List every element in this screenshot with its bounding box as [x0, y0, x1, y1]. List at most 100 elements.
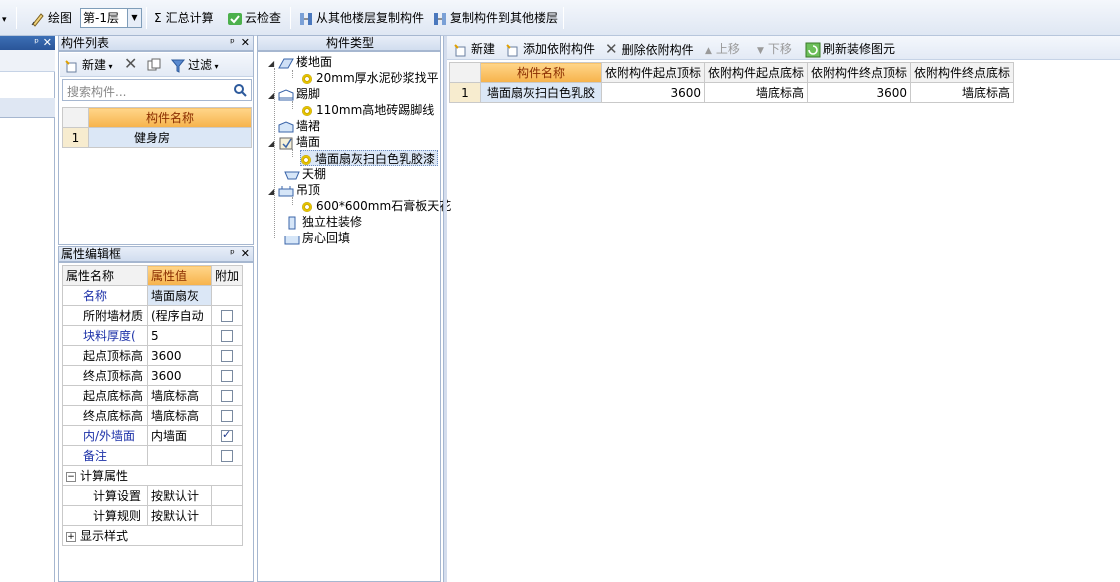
column-header-start-bottom[interactable]: 依附构件起点底标: [704, 62, 809, 83]
property-row[interactable]: 块料厚度(5: [62, 325, 243, 346]
tree-item-skirting[interactable]: ◢ 踢脚: [268, 86, 320, 102]
tree-item-suspended-ceiling[interactable]: ◢ 吊顶: [268, 182, 320, 198]
tree-expand-icon[interactable]: ◢: [268, 184, 278, 200]
attach-checkbox[interactable]: [221, 330, 233, 342]
refresh-decoration-button[interactable]: 刷新装修图元: [805, 39, 895, 59]
property-value[interactable]: 内墙面: [147, 425, 212, 446]
floor-select[interactable]: 第-1层 ▼: [80, 8, 142, 28]
property-value[interactable]: 墙底标高: [147, 385, 212, 406]
attach-checkbox[interactable]: [221, 428, 233, 442]
tree-expand-icon[interactable]: ◢: [268, 88, 278, 104]
property-value[interactable]: 按默认计: [147, 505, 212, 526]
property-row[interactable]: 内/外墙面 内墙面: [62, 425, 243, 446]
property-row[interactable]: 计算规则 按默认计: [62, 505, 243, 526]
component-name-cell[interactable]: 健身房: [88, 127, 252, 148]
pin-icon[interactable]: ᵖ: [230, 247, 235, 260]
property-row[interactable]: 所附墙材质 (程序自动: [62, 305, 243, 326]
attach-checkbox[interactable]: [221, 390, 233, 402]
tree-item-child[interactable]: 110mm高地砖踢脚线: [302, 102, 434, 118]
move-up-label: 上移: [715, 42, 740, 56]
group-row-display[interactable]: + 显示样式: [62, 525, 243, 546]
expand-icon[interactable]: +: [66, 531, 76, 542]
tree-expand-icon[interactable]: ◢: [268, 136, 278, 152]
property-row[interactable]: 备注: [62, 445, 243, 466]
add-attached-button[interactable]: 添加依附构件: [505, 39, 595, 59]
attach-checkbox[interactable]: [221, 450, 233, 462]
column-header-name[interactable]: 构件名称: [88, 107, 252, 128]
table-row[interactable]: 1 墙面扇灰扫白色乳胶 3600 墙底标高 3600 墙底标高: [449, 82, 1015, 103]
property-table: 属性名称 属性值 附加 名称 墙面扇灰 所附墙材质 (程序自动 块料厚度(5 起点顶标高 3…: [62, 265, 243, 546]
delete-icon[interactable]: ✕: [124, 54, 137, 74]
property-value[interactable]: 墙底标高: [147, 405, 212, 426]
copy-to-floor-button[interactable]: 复制构件到其他楼层: [432, 8, 558, 28]
property-value[interactable]: 3600: [147, 365, 212, 386]
property-value[interactable]: 3600: [147, 345, 212, 366]
tree-label: 墙裙: [296, 119, 321, 133]
column-header-end-top[interactable]: 依附构件终点顶标: [807, 62, 912, 83]
property-row[interactable]: 终点底标高 墙底标高: [62, 405, 243, 426]
close-icon[interactable]: ✕: [241, 36, 250, 49]
start-bottom-cell[interactable]: 墙底标高: [704, 82, 809, 103]
attached-toolbar: 新建 添加依附构件 ✕ 删除依附构件 ▲ 上移 ▼ 下移 刷新装修图元: [447, 36, 1120, 60]
attach-checkbox[interactable]: [221, 370, 233, 382]
pin-icon[interactable]: ᵖ: [34, 36, 39, 49]
column-header-start-top[interactable]: 依附构件起点顶标: [600, 62, 706, 83]
property-row[interactable]: 起点底标高 墙底标高: [62, 385, 243, 406]
tree-item-child-selected[interactable]: 墙面扇灰扫白色乳胶漆: [300, 150, 439, 166]
search-input[interactable]: 搜索构件...: [62, 79, 252, 101]
start-top-cell[interactable]: 3600: [600, 82, 706, 103]
property-value[interactable]: [147, 445, 212, 466]
tree-item-column-finish[interactable]: 独立柱装修: [284, 214, 362, 230]
header-attach: 附加: [211, 265, 243, 286]
property-value[interactable]: 墙面扇灰: [147, 285, 212, 306]
delete-attached-button[interactable]: ✕ 删除依附构件: [605, 39, 694, 59]
copy-icon[interactable]: [147, 58, 161, 72]
table-row[interactable]: 1 健身房: [62, 127, 252, 148]
property-row[interactable]: 终点顶标高 3600: [62, 365, 243, 386]
copy-from-floor-button[interactable]: 从其他楼层复制构件: [298, 8, 424, 28]
end-bottom-cell[interactable]: 墙底标高: [910, 82, 1015, 103]
tree-item-backfill[interactable]: 房心回填: [284, 230, 350, 246]
draw-button[interactable]: 绘图: [30, 8, 72, 28]
property-value[interactable]: 5: [147, 325, 212, 346]
tree-item-floor[interactable]: ◢ 楼地面: [268, 54, 332, 70]
attached-new-button[interactable]: 新建: [453, 39, 495, 59]
tree-item-wall-surface[interactable]: ◢ 墙面: [268, 134, 320, 150]
close-icon[interactable]: ✕: [241, 247, 250, 260]
tree-expand-icon[interactable]: ◢: [268, 56, 278, 72]
toolbar-separator: [563, 7, 564, 29]
attach-checkbox[interactable]: [221, 350, 233, 362]
move-up-button[interactable]: ▲ 上移: [705, 39, 740, 59]
column-header-end-bottom[interactable]: 依附构件终点底标: [910, 62, 1015, 83]
property-row[interactable]: 计算设置 按默认计: [62, 485, 243, 506]
cloud-check-button[interactable]: 云检查: [227, 8, 281, 28]
left-panel-row[interactable]: [0, 50, 55, 72]
property-value[interactable]: 按默认计: [147, 485, 212, 506]
group-row-calc[interactable]: − 计算属性: [62, 465, 243, 486]
left-panel-row[interactable]: [0, 98, 55, 118]
tree-item-ceiling[interactable]: 天棚: [284, 166, 326, 182]
toolbar-dropdown-arrow[interactable]: ▾: [2, 10, 7, 30]
sum-calc-button[interactable]: Σ 汇总计算: [154, 8, 214, 28]
collapse-icon[interactable]: −: [66, 471, 76, 482]
pin-icon[interactable]: ᵖ: [230, 36, 235, 49]
move-down-button[interactable]: ▼ 下移: [757, 39, 792, 59]
tree-item-dado[interactable]: 墙裙: [278, 118, 320, 134]
column-header-name[interactable]: 构件名称: [480, 62, 602, 83]
tree-item-child[interactable]: 20mm厚水泥砂浆找平: [302, 70, 439, 86]
attach-checkbox[interactable]: [221, 410, 233, 422]
filter-button[interactable]: 过滤 ▾: [170, 55, 219, 75]
end-top-cell[interactable]: 3600: [807, 82, 912, 103]
search-icon[interactable]: [233, 83, 247, 97]
splitter[interactable]: [443, 36, 447, 582]
attach-checkbox[interactable]: [221, 310, 233, 322]
tree-item-child[interactable]: 600*600mm石膏板天花: [302, 198, 451, 214]
property-row[interactable]: 起点顶标高 3600: [62, 345, 243, 366]
chevron-down-icon[interactable]: ▼: [127, 9, 141, 27]
close-icon[interactable]: ✕: [43, 36, 52, 49]
property-row[interactable]: 名称 墙面扇灰: [62, 285, 243, 306]
attached-name-cell[interactable]: 墙面扇灰扫白色乳胶: [480, 82, 602, 103]
new-component-button[interactable]: 新建 ▾: [64, 55, 113, 75]
property-value[interactable]: (程序自动: [147, 305, 212, 326]
property-editor-title: 属性编辑框: [61, 247, 122, 261]
